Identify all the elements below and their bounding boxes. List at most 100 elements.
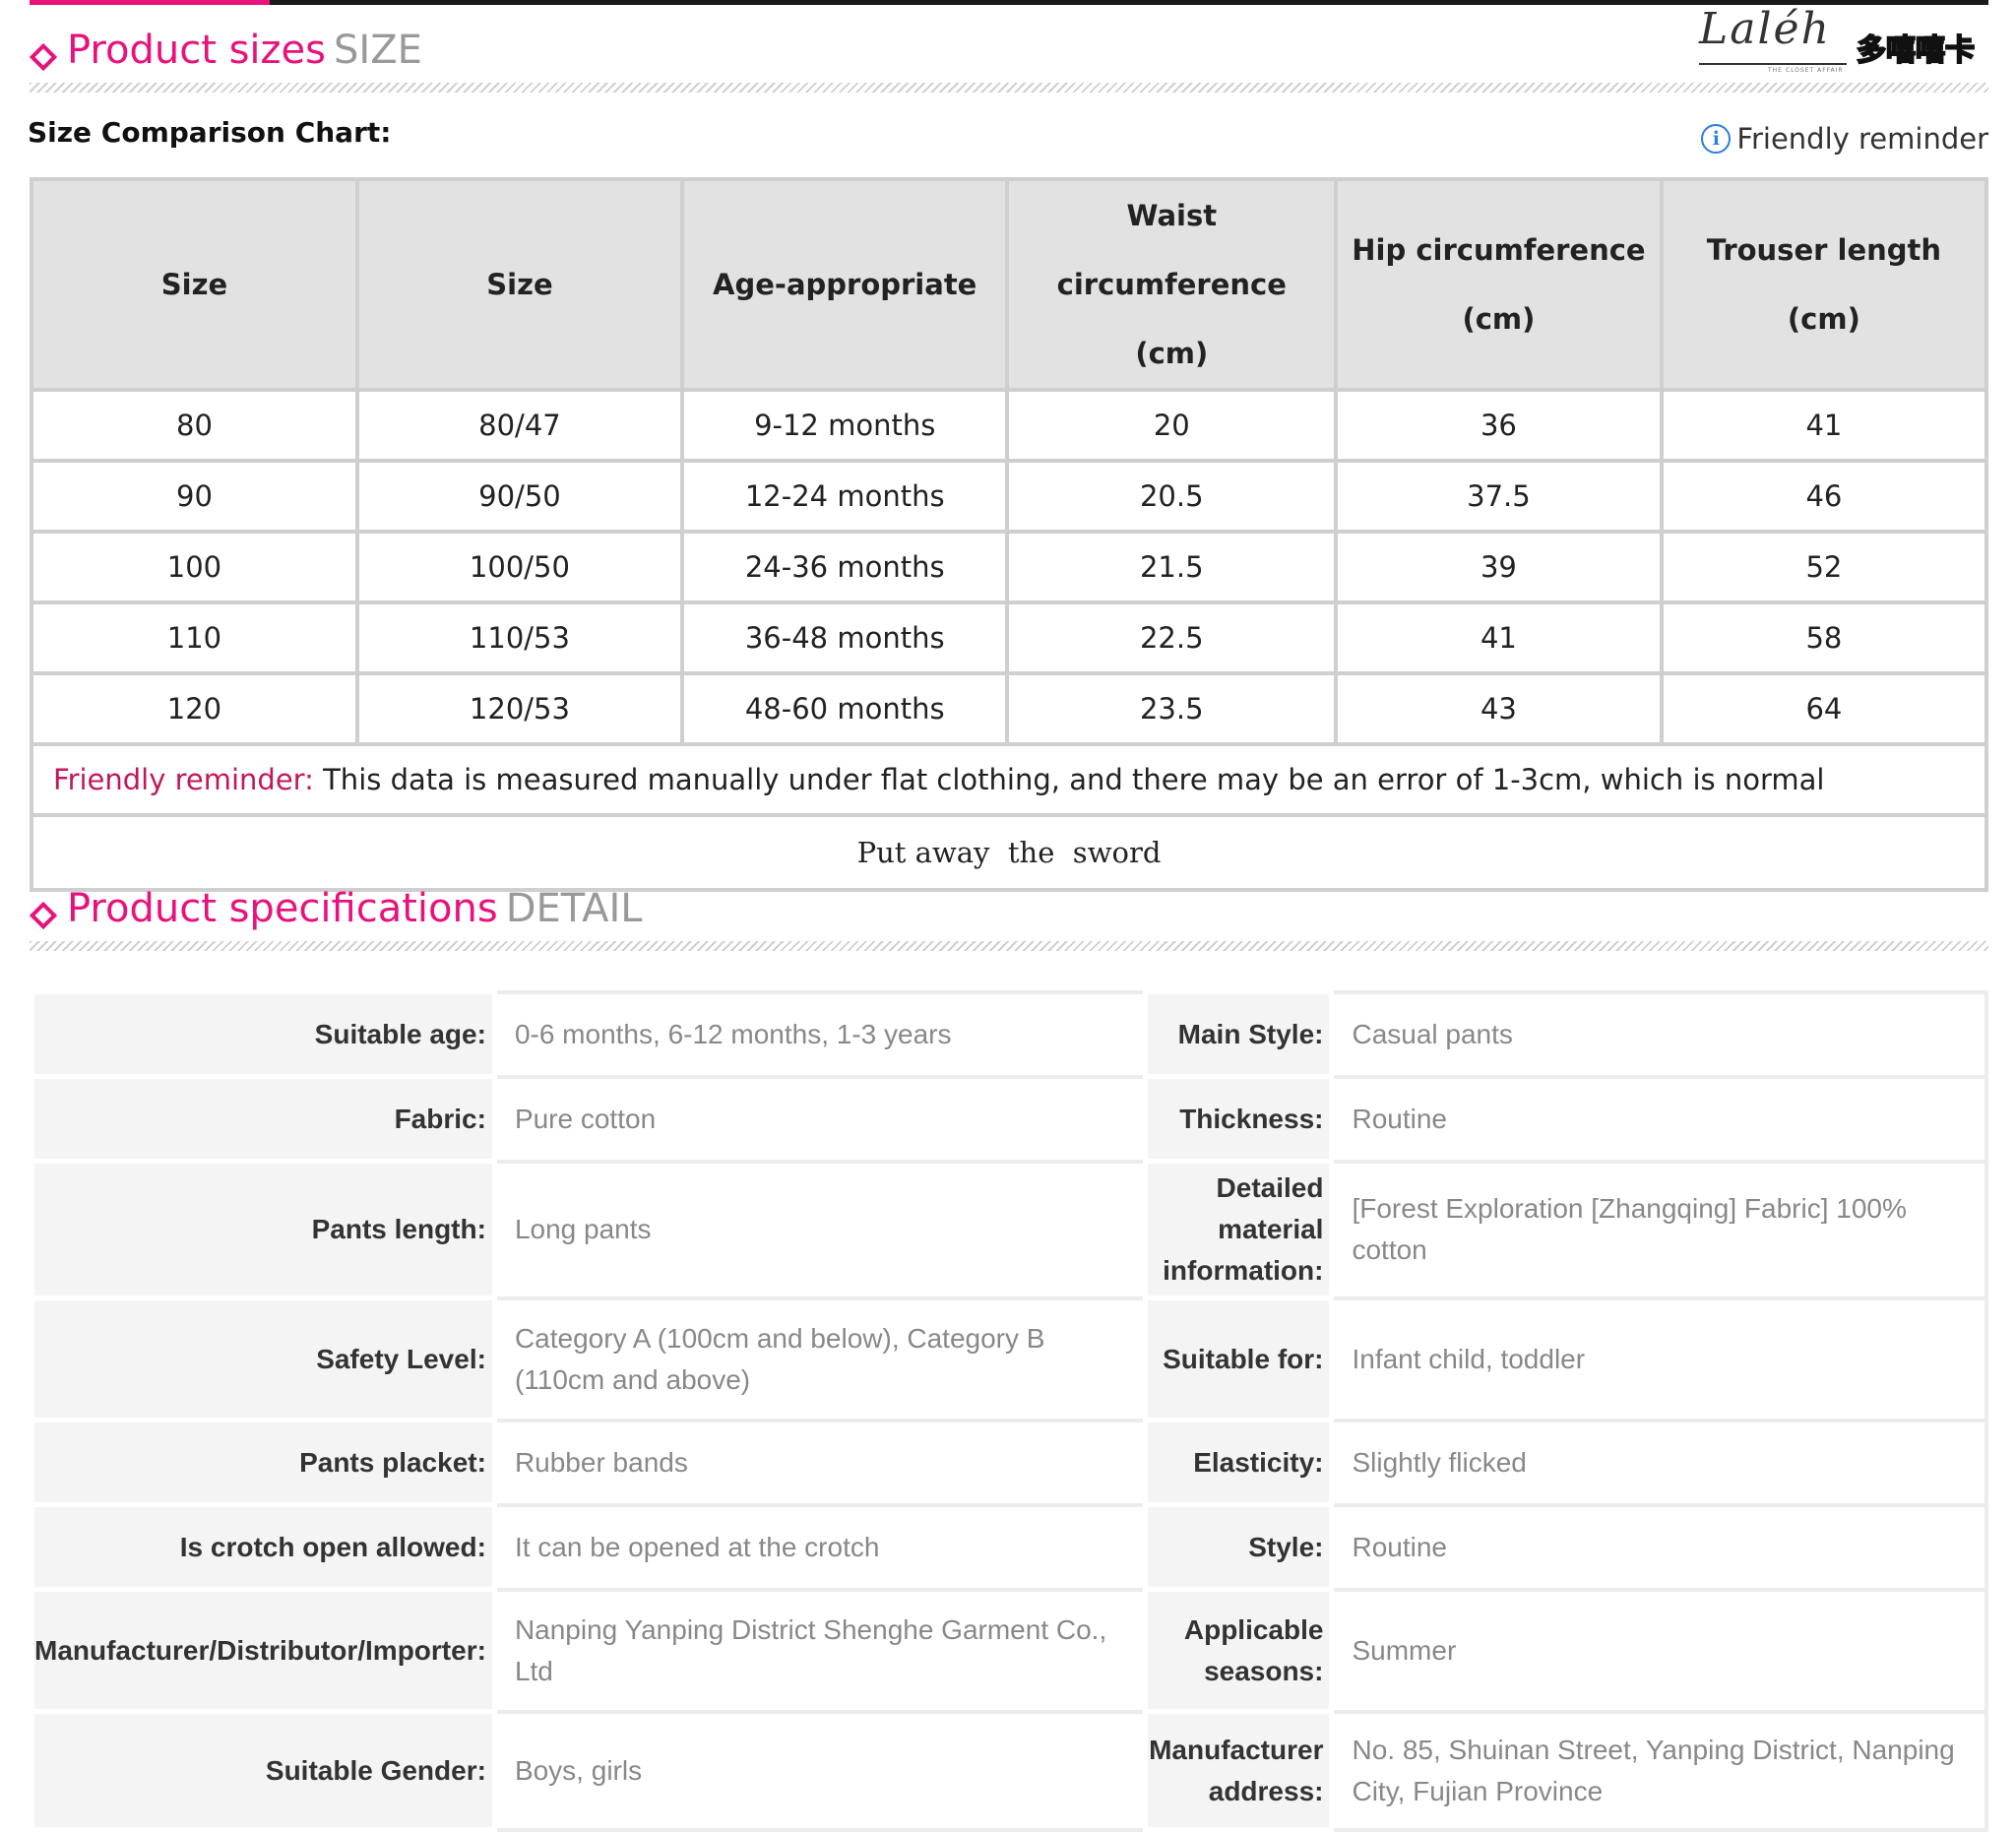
spec-table: Suitable age: 0-6 months, 6-12 months, 1…	[30, 989, 1989, 1832]
table-cell: 120	[30, 671, 359, 746]
spec-value: Casual pants	[1329, 989, 1989, 1079]
spec-label: Applicable seasons:	[1142, 1587, 1335, 1714]
size-section-title-text: Product sizes	[67, 28, 326, 73]
hatch-divider	[30, 941, 1988, 951]
table-cell: 100	[30, 530, 359, 604]
spec-label: Pants length:	[30, 1159, 497, 1300]
info-icon: i	[1701, 124, 1732, 154]
spec-row: Suitable Gender: Boys, girls Manufacture…	[30, 1709, 1989, 1832]
spec-value: [Forest Exploration [Zhangqing] Fabric] …	[1329, 1159, 1989, 1300]
table-row: 90 90/50 12-24 months 20.5 37.5 46	[30, 459, 1989, 534]
header-age: Age-appropriate	[679, 177, 1010, 392]
spec-value: Infant child, toddler	[1329, 1295, 1989, 1422]
table-cell: 39	[1334, 530, 1664, 604]
spec-value: Pure cotton	[492, 1074, 1147, 1164]
spec-row: Manufacturer/Distributor/Importer: Nanpi…	[30, 1587, 1989, 1714]
friendly-reminder-link[interactable]: i Friendly reminder	[1701, 122, 1988, 156]
spec-section-title-text: Product specifications	[67, 886, 498, 931]
spec-label: Safety Level:	[30, 1295, 497, 1422]
spec-label: Detailed material information:	[1142, 1159, 1335, 1300]
table-row: 110 110/53 36-48 months 22.5 41 58	[30, 600, 1989, 675]
spec-label: Thickness:	[1142, 1074, 1335, 1164]
table-cell: 20	[1005, 388, 1339, 463]
table-cell: 120/53	[354, 671, 684, 746]
diamond-icon	[29, 42, 58, 72]
table-cell: 41	[1659, 388, 1989, 463]
spec-row: Is crotch open allowed: It can be opened…	[30, 1502, 1989, 1592]
table-cell: 100/50	[354, 530, 684, 604]
diamond-icon	[29, 901, 58, 930]
spec-value: Routine	[1329, 1074, 1989, 1164]
table-row: 120 120/53 48-60 months 23.5 43 64	[30, 671, 1989, 746]
table-cell: 48-60 months	[679, 671, 1010, 746]
table-row: 100 100/50 24-36 months 21.5 39 52	[30, 530, 1989, 604]
logo-subtitle: THE CLOSET AFFAIR	[1768, 67, 1844, 74]
spec-row: Pants placket: Rubber bands Elasticity: …	[30, 1418, 1989, 1507]
table-cell: 58	[1659, 600, 1989, 675]
spec-label: Suitable age:	[30, 989, 497, 1079]
table-cell: 23.5	[1005, 671, 1339, 746]
spec-value: Category A (100cm and below), Category B…	[492, 1295, 1147, 1422]
spec-row: Pants length: Long pants Detailed materi…	[30, 1159, 1989, 1300]
spec-value: Summer	[1329, 1587, 1989, 1714]
size-note-text: This data is measured manually under fla…	[313, 763, 1825, 796]
spec-label: Suitable Gender:	[30, 1709, 497, 1832]
hatch-divider	[30, 83, 1988, 93]
table-cell: 41	[1334, 600, 1664, 675]
size-table-footer: Put away the sword	[30, 813, 1988, 892]
logo-badge: 多嘻嘻卡	[1856, 32, 1976, 69]
spec-label: Manufacturer/Distributor/Importer:	[30, 1587, 497, 1714]
table-cell: 36	[1334, 388, 1664, 463]
spec-value: Slightly flicked	[1329, 1418, 1989, 1507]
table-cell: 24-36 months	[679, 530, 1010, 604]
size-section-title-en: SIZE	[334, 28, 422, 73]
size-section-title: Product sizes SIZE	[67, 28, 422, 73]
friendly-reminder-text: Friendly reminder	[1736, 122, 1988, 156]
table-cell: 36-48 months	[679, 600, 1010, 675]
spec-value: 0-6 months, 6-12 months, 1-3 years	[492, 989, 1147, 1079]
header-hip: Hip circumference (cm)	[1334, 177, 1664, 392]
table-cell: 21.5	[1005, 530, 1339, 604]
spec-section-title-en: DETAIL	[505, 886, 643, 931]
table-cell: 9-12 months	[679, 388, 1010, 463]
table-cell: 46	[1659, 459, 1989, 534]
table-cell: 80/47	[354, 388, 684, 463]
spec-row: Suitable age: 0-6 months, 6-12 months, 1…	[30, 989, 1989, 1079]
size-footer-row: Put away the sword	[30, 813, 1988, 892]
logo-script: Laléh	[1699, 4, 1831, 54]
size-section-header: Product sizes SIZE	[29, 26, 1988, 85]
spec-section-header: Product specifications DETAIL	[29, 884, 1988, 943]
spec-value: It can be opened at the crotch	[492, 1502, 1147, 1592]
spec-value: Long pants	[492, 1159, 1147, 1300]
spec-value: Nanping Yanping District Shenghe Garment…	[492, 1587, 1147, 1714]
header-size: Size	[30, 177, 359, 392]
table-cell: 110/53	[354, 600, 684, 675]
spec-label: Manufacturer address:	[1142, 1709, 1335, 1832]
spec-label: Is crotch open allowed:	[30, 1502, 497, 1592]
header-length: Trouser length (cm)	[1659, 177, 1989, 392]
spec-label: Pants placket:	[30, 1418, 497, 1507]
spec-row: Fabric: Pure cotton Thickness: Routine	[30, 1074, 1989, 1164]
spec-value: Rubber bands	[492, 1418, 1147, 1507]
brand-logo: Laléh THE CLOSET AFFAIR 多嘻嘻卡	[1699, 4, 1994, 75]
table-cell: 12-24 months	[679, 459, 1010, 534]
table-cell: 80	[30, 388, 359, 463]
size-table-header-row: Size Size Age-appropriate Waist circumfe…	[30, 177, 1989, 392]
table-cell: 20.5	[1005, 459, 1339, 534]
spec-row: Safety Level: Category A (100cm and belo…	[30, 1295, 1989, 1422]
top-bar	[30, 0, 1988, 5]
size-chart-label: Size Comparison Chart:	[28, 116, 392, 149]
spec-value: Routine	[1329, 1502, 1989, 1592]
spec-label: Main Style:	[1142, 989, 1335, 1079]
logo-underline	[1699, 63, 1847, 65]
table-cell: 22.5	[1005, 600, 1339, 675]
size-note: Friendly reminder: This data is measured…	[30, 742, 1988, 817]
table-cell: 43	[1334, 671, 1664, 746]
size-table: Size Size Age-appropriate Waist circumfe…	[30, 177, 1989, 892]
table-cell: 90/50	[354, 459, 684, 534]
spec-label: Suitable for:	[1142, 1295, 1335, 1422]
table-row: 80 80/47 9-12 months 20 36 41	[30, 388, 1989, 463]
spec-label: Style:	[1142, 1502, 1335, 1592]
table-cell: 64	[1659, 671, 1989, 746]
top-bar-accent	[30, 0, 270, 5]
